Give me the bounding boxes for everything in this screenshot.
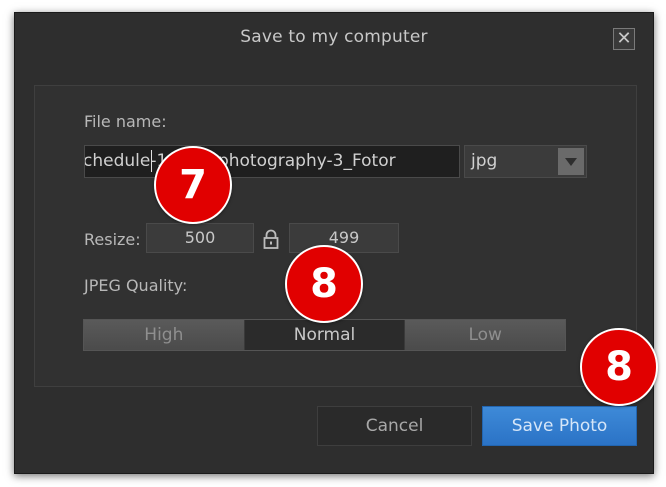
step-marker-8-quality: 8: [285, 245, 363, 323]
step-marker-8-save: 8: [580, 328, 658, 406]
close-icon: ✕: [616, 28, 632, 49]
quality-low-button[interactable]: Low: [405, 320, 566, 350]
dropdown-arrow-icon[interactable]: [558, 148, 584, 175]
extension-value: jpg: [471, 151, 498, 171]
save-photo-button[interactable]: Save Photo: [482, 406, 637, 446]
cancel-button[interactable]: Cancel: [317, 406, 472, 446]
file-name-input[interactable]: chedule-1 -bird-photography-3_Fotor: [84, 145, 460, 178]
resize-label: Resize:: [84, 230, 141, 249]
jpeg-quality-label: JPEG Quality:: [84, 276, 188, 295]
text-cursor: [151, 150, 152, 172]
resize-width-input[interactable]: 500: [146, 223, 254, 253]
close-button[interactable]: ✕: [613, 28, 635, 50]
quality-segmented-control: High Normal Low: [83, 319, 566, 351]
file-name-value: chedule-1 -bird-photography-3_Fotor: [84, 151, 396, 171]
quality-normal-button[interactable]: Normal: [244, 320, 406, 350]
extension-select[interactable]: jpg: [464, 145, 587, 178]
lock-icon[interactable]: [262, 229, 280, 249]
step-marker-7: 7: [154, 146, 232, 224]
quality-high-button[interactable]: High: [84, 320, 245, 350]
dialog-title: Save to my computer: [240, 27, 428, 47]
file-name-label: File name:: [84, 112, 167, 131]
